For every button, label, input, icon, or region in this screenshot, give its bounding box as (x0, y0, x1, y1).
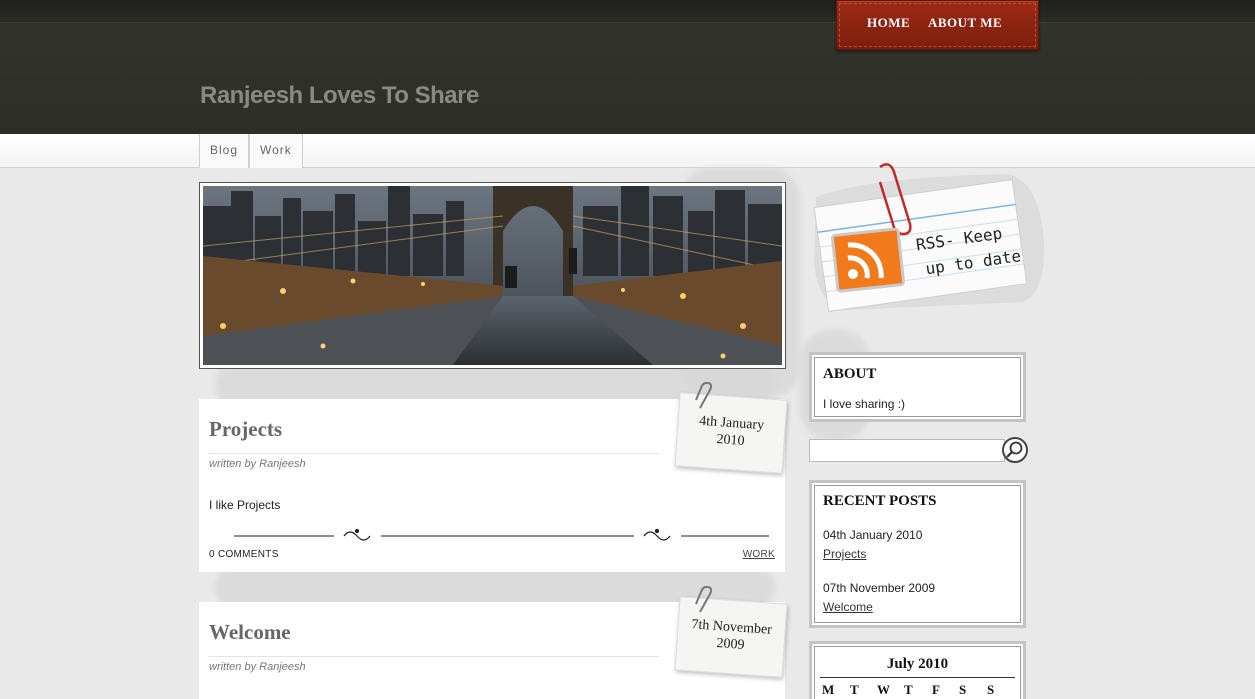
calendar-weekday: T (850, 682, 859, 697)
post-title-rule (209, 656, 659, 657)
calendar-weekday: F (932, 682, 940, 697)
search-input[interactable] (809, 439, 1005, 462)
post-category-link[interactable]: WORK (743, 549, 775, 560)
calendar-weekday: M (822, 682, 835, 697)
paperclip-icon (695, 586, 713, 613)
about-heading: ABOUT (823, 366, 877, 382)
post-body: I like Projects (209, 498, 281, 512)
rss-subscribe-widget[interactable]: RSS- Keep up to date (808, 162, 1048, 312)
paperclip-icon (695, 382, 713, 409)
about-widget: ABOUT I love sharing :) (809, 352, 1026, 422)
recent-posts-widget: RECENT POSTS 04th January 2010 Projects … (809, 480, 1026, 628)
about-text: I love sharing :) (823, 397, 906, 411)
calendar-weekday: S (959, 682, 967, 697)
site-header: Ranjeesh Loves To Share (0, 0, 1255, 134)
top-nav: HOME ABOUT ME (836, 0, 1039, 50)
tab-work[interactable]: Work (249, 134, 303, 168)
rss-icon (831, 228, 905, 293)
header-banner-image (199, 182, 786, 369)
header-top-line (0, 22, 1255, 23)
calendar-rule (820, 677, 1015, 678)
post-date-note: 7th November 2009 (674, 596, 788, 678)
post-byline: written by Ranjeesh (209, 458, 306, 470)
post-title-rule (209, 453, 659, 454)
site-title[interactable]: Ranjeesh Loves To Share (200, 82, 479, 110)
sub-nav: Blog Work (0, 134, 1255, 168)
calendar-weekday: T (904, 682, 913, 697)
recent-post-link[interactable]: Projects (823, 547, 866, 561)
search-icon (1006, 441, 1023, 458)
calendar-weekday: S (987, 682, 995, 697)
nav-about-me-link[interactable]: ABOUT ME (928, 15, 1002, 31)
search-button[interactable] (1002, 437, 1028, 463)
tab-blog[interactable]: Blog (199, 134, 250, 168)
recent-post-date: 04th January 2010 (823, 528, 923, 542)
post-title[interactable]: Projects (209, 417, 282, 442)
recent-posts-heading: RECENT POSTS (823, 493, 937, 509)
recent-post-date: 07th November 2009 (823, 581, 936, 595)
ornamental-divider (234, 528, 769, 541)
nav-home-link[interactable]: HOME (867, 15, 910, 31)
post-title[interactable]: Welcome (209, 620, 291, 645)
calendar-month-heading: July 2010 (886, 656, 949, 672)
calendar-weekday: W (877, 682, 890, 697)
recent-post-link[interactable]: Welcome (823, 600, 873, 614)
post-date-note: 4th January 2010 (674, 392, 788, 474)
post-comments-link[interactable]: 0 COMMENTS (209, 549, 279, 560)
post-byline: written by Ranjeesh (209, 661, 306, 673)
bridge-photo (203, 186, 782, 365)
